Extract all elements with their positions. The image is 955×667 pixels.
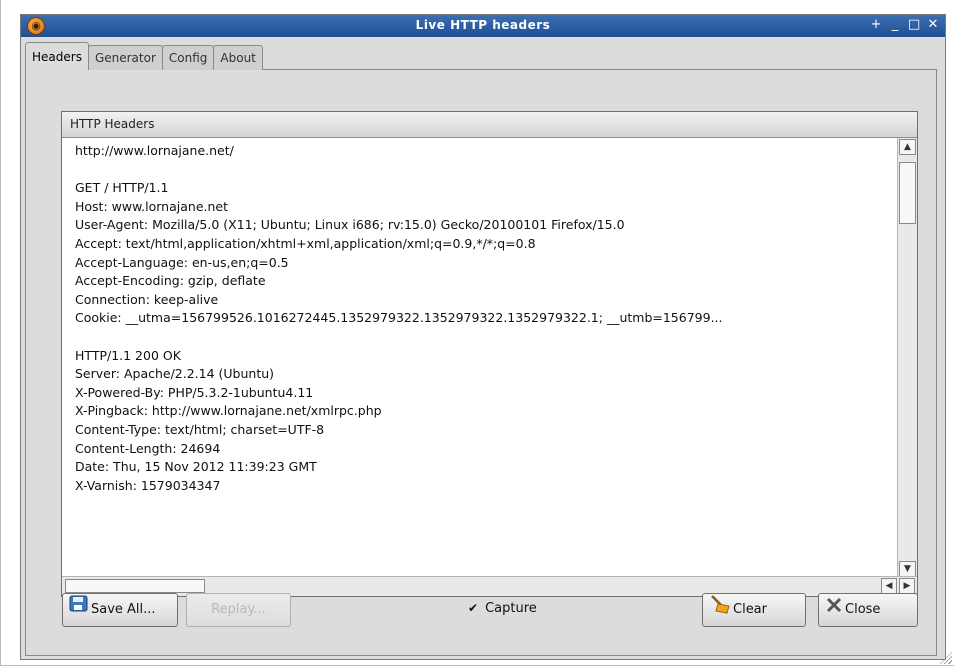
- window-controls: + _ □ ✕: [870, 17, 939, 33]
- header-line: X-Varnish: 1579034347: [75, 477, 221, 493]
- header-line: Content-Length: 24694: [75, 440, 221, 456]
- close-button[interactable]: Close: [818, 593, 918, 627]
- header-line: Accept: text/html,application/xhtml+xml,…: [75, 235, 536, 251]
- header-line: Date: Thu, 15 Nov 2012 11:39:23 GMT: [75, 459, 317, 475]
- tab-headers[interactable]: Headers: [25, 42, 89, 70]
- window-title: Live HTTP headers: [415, 18, 551, 32]
- close-x-icon: [825, 594, 843, 626]
- header-line: http://www.lornajane.net/: [75, 143, 234, 158]
- header-line: Connection: keep-alive: [75, 291, 219, 307]
- header-line: HTTP/1.1 200 OK: [75, 347, 181, 363]
- tab-about[interactable]: About: [213, 45, 263, 70]
- header-line: X-Powered-By: PHP/5.3.2-1ubuntu4.11: [75, 384, 314, 400]
- scroll-right-arrow-icon[interactable]: ▶: [899, 578, 915, 594]
- tab-generator[interactable]: Generator: [87, 45, 163, 70]
- column-header-http-headers[interactable]: HTTP Headers: [62, 112, 917, 138]
- replay-button[interactable]: Replay...: [186, 593, 291, 627]
- headers-text[interactable]: http://www.lornajane.net/ GET / HTTP/1.1…: [62, 138, 897, 578]
- save-disk-icon: [69, 594, 89, 626]
- header-line: [75, 161, 897, 180]
- clear-button[interactable]: Clear: [702, 593, 806, 627]
- titlebar[interactable]: ◉ Live HTTP headers + _ □ ✕: [21, 15, 945, 37]
- replay-label: Replay...: [211, 602, 266, 617]
- save-all-button[interactable]: Save All...: [62, 593, 178, 627]
- header-line: Accept-Encoding: gzip, deflate: [75, 273, 266, 289]
- header-line: [75, 328, 897, 347]
- broom-icon: [709, 594, 731, 627]
- header-line: Accept-Language: en-us,en;q=0.5: [75, 254, 289, 270]
- minimize-button[interactable]: _: [889, 17, 901, 33]
- header-line: X-Pingback: http://www.lornajane.net/xml…: [75, 403, 382, 419]
- tab-config[interactable]: Config: [161, 45, 215, 70]
- header-line: User-Agent: Mozilla/5.0 (X11; Ubuntu; Li…: [75, 217, 625, 233]
- header-line: Cookie: __utma=156799526.1016272445.1352…: [75, 310, 723, 326]
- clear-label: Clear: [733, 602, 767, 617]
- horizontal-scroll-thumb[interactable]: [65, 579, 205, 593]
- vertical-scroll-thumb[interactable]: [899, 162, 916, 224]
- header-line: GET / HTTP/1.1: [75, 180, 169, 196]
- save-all-label: Save All...: [91, 602, 156, 617]
- close-window-button[interactable]: ✕: [927, 17, 939, 33]
- capture-checkbox[interactable]: ✔ Capture: [468, 596, 537, 620]
- checkmark-icon: ✔: [468, 601, 479, 615]
- vertical-scrollbar[interactable]: ▲ ▼: [897, 138, 917, 578]
- header-line: Host: www.lornajane.net: [75, 198, 228, 214]
- header-line: Server: Apache/2.2.14 (Ubuntu): [75, 366, 275, 382]
- scroll-up-arrow-icon[interactable]: ▲: [899, 139, 916, 155]
- capture-label: Capture: [485, 600, 537, 616]
- scroll-left-arrow-icon[interactable]: ◀: [881, 578, 897, 594]
- tab-bar: Headers Generator Config About: [25, 42, 263, 70]
- http-headers-list[interactable]: HTTP Headers http://www.lornajane.net/ G…: [61, 111, 918, 597]
- close-label: Close: [845, 602, 881, 617]
- scroll-down-arrow-icon[interactable]: ▼: [899, 561, 916, 577]
- pin-button[interactable]: +: [870, 17, 882, 33]
- maximize-button[interactable]: □: [908, 17, 920, 33]
- header-line: Content-Type: text/html; charset=UTF-8: [75, 421, 325, 437]
